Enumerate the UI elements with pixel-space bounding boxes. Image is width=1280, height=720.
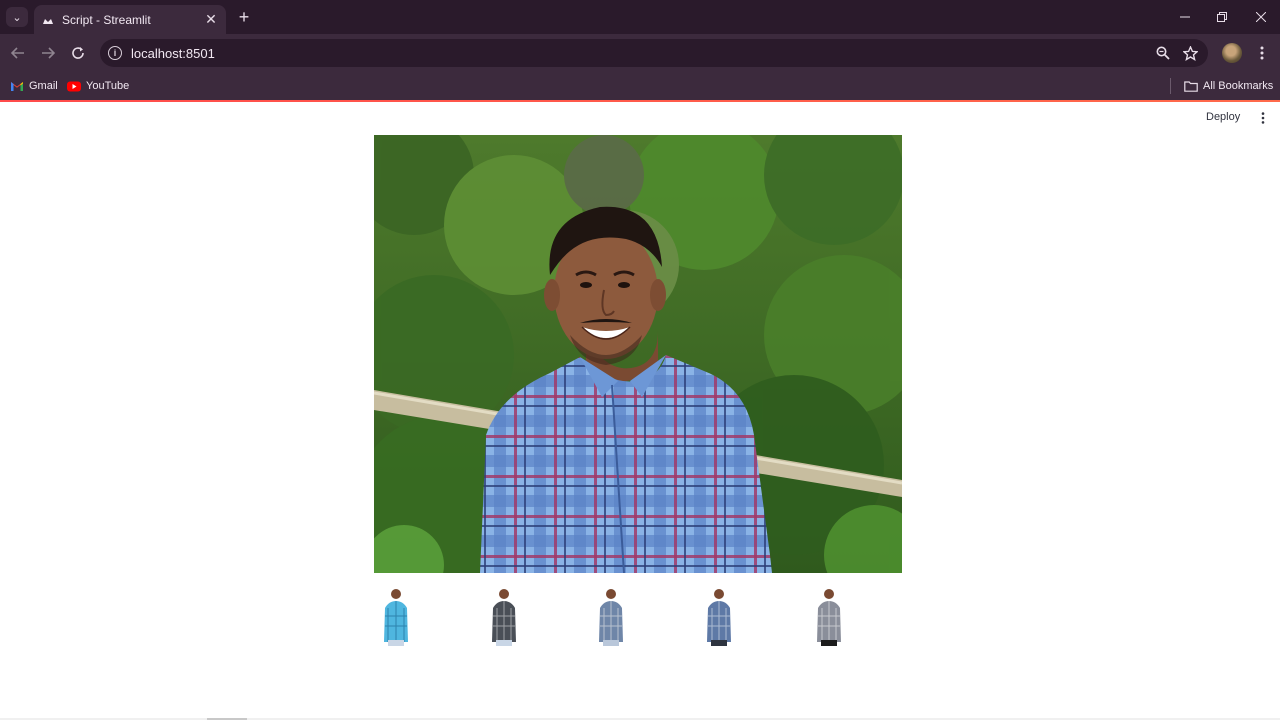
shirt-thumbnail-1[interactable] [376, 586, 416, 648]
bookmark-star-icon[interactable] [1181, 44, 1199, 62]
all-bookmarks-label: All Bookmarks [1203, 80, 1274, 92]
shirt-thumbnail-4[interactable] [699, 586, 739, 648]
gmail-icon [10, 81, 24, 92]
shirt-thumbnail-5[interactable] [809, 586, 849, 648]
all-bookmarks-button[interactable]: All Bookmarks [1184, 77, 1273, 95]
profile-avatar[interactable] [1222, 43, 1242, 63]
address-bar[interactable]: i localhost:8501 [100, 39, 1208, 67]
streamlit-app: Deploy [0, 102, 1280, 720]
url-text: localhost:8501 [131, 46, 215, 61]
app-menu-icon[interactable] [1256, 110, 1270, 126]
browser-titlebar: ⌄ Script - Streamlit ✕ + [0, 0, 1280, 34]
bookmark-youtube-label: YouTube [86, 80, 130, 92]
shirt-thumbnail-3[interactable] [591, 586, 631, 648]
bookmark-gmail-label: Gmail [29, 80, 58, 92]
bookmarks-bar: Gmail YouTube All Bookmarks [0, 72, 1280, 100]
bookmark-gmail[interactable]: Gmail [10, 77, 58, 95]
site-info-icon[interactable]: i [108, 46, 122, 60]
chevron-down-icon: ⌄ [12, 11, 22, 24]
browser-tab-active[interactable]: Script - Streamlit ✕ [34, 5, 226, 34]
bookmarks-separator [1170, 78, 1171, 94]
browser-toolbar: i localhost:8501 [0, 34, 1280, 72]
deploy-button[interactable]: Deploy [1206, 111, 1240, 123]
main-photo [374, 135, 902, 573]
folder-icon [1184, 80, 1198, 92]
minimize-button[interactable] [1173, 6, 1197, 28]
streamlit-favicon-icon [42, 14, 54, 26]
shirt-thumbnail-2[interactable] [484, 586, 524, 648]
tab-search-button[interactable]: ⌄ [6, 7, 28, 27]
reload-icon[interactable] [68, 43, 88, 63]
browser-menu-icon[interactable] [1254, 43, 1270, 63]
restore-button[interactable] [1210, 6, 1234, 28]
tab-title: Script - Streamlit [62, 12, 151, 27]
shirt-thumbnails [0, 586, 1280, 648]
new-tab-button[interactable]: + [234, 8, 254, 26]
youtube-icon [67, 81, 81, 92]
tab-close-icon[interactable]: ✕ [202, 11, 220, 29]
forward-arrow-icon[interactable] [38, 43, 58, 63]
close-window-button[interactable] [1249, 6, 1273, 28]
zoom-icon[interactable] [1154, 44, 1172, 62]
back-arrow-icon[interactable] [8, 43, 28, 63]
bookmark-youtube[interactable]: YouTube [67, 77, 129, 95]
